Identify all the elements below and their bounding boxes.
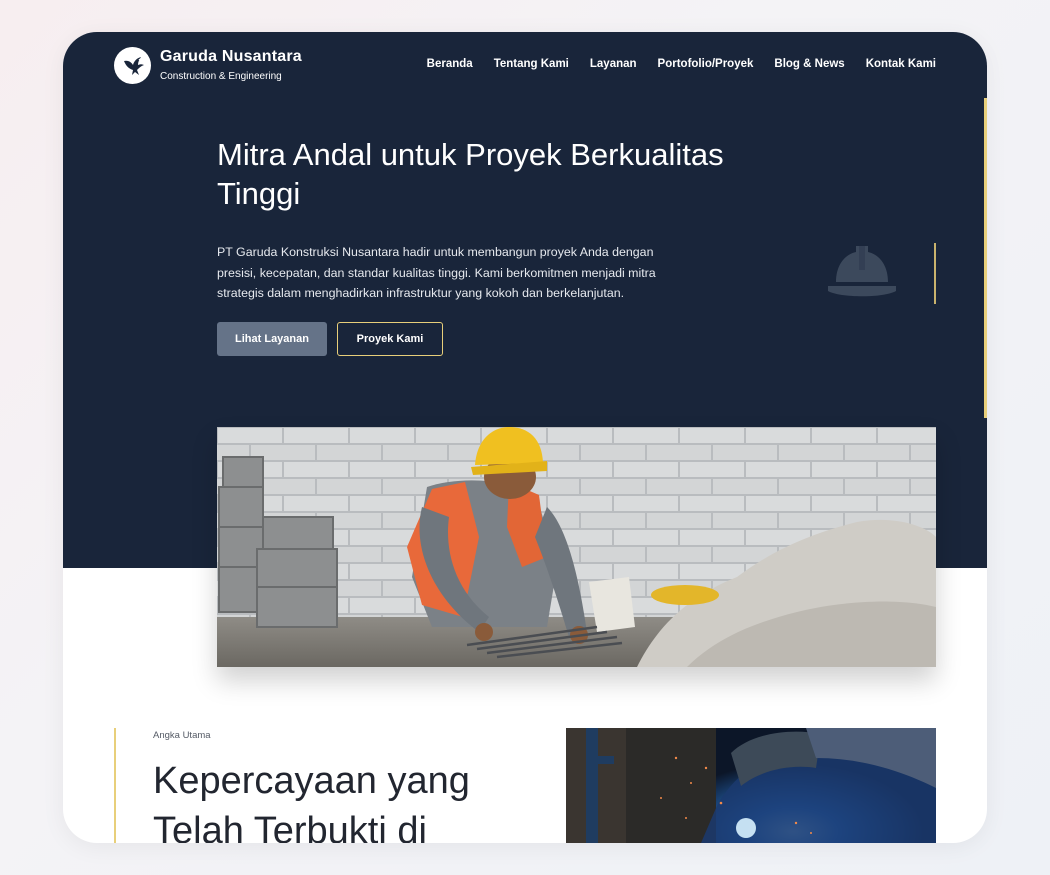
stats-title: Kepercayaan yang Telah Terbukti di bbox=[153, 760, 470, 843]
our-projects-button[interactable]: Proyek Kami bbox=[337, 322, 443, 356]
hero-divider bbox=[934, 243, 936, 304]
nav-item-tentang-kami[interactable]: Tentang Kami bbox=[494, 58, 569, 70]
welding-photo bbox=[566, 728, 936, 843]
hard-hat-icon bbox=[828, 246, 896, 297]
stats-eyebrow: Angka Utama bbox=[153, 730, 211, 741]
main-nav: Beranda Tentang Kami Layanan Portofolio/… bbox=[427, 58, 936, 70]
stats-accent-line bbox=[114, 728, 116, 843]
hero-description: PT Garuda Konstruksi Nusantara hadir unt… bbox=[217, 245, 656, 300]
page-frame: Garuda Nusantara Construction & Engineer… bbox=[63, 32, 987, 843]
nav-item-blog-news[interactable]: Blog & News bbox=[774, 58, 844, 70]
nav-item-beranda[interactable]: Beranda bbox=[427, 58, 473, 70]
construction-worker-photo bbox=[217, 427, 936, 667]
logo[interactable] bbox=[114, 47, 151, 84]
garuda-bird-icon bbox=[123, 56, 144, 75]
nav-item-portofolio[interactable]: Portofolio/Proyek bbox=[658, 58, 754, 70]
hero-title: Mitra Andal untuk Proyek Berkualitas Tin… bbox=[217, 137, 724, 211]
brand-tagline: Construction & Engineering bbox=[160, 71, 282, 82]
brand-name[interactable]: Garuda Nusantara bbox=[160, 48, 302, 66]
nav-item-kontak-kami[interactable]: Kontak Kami bbox=[866, 58, 936, 70]
view-services-button[interactable]: Lihat Layanan bbox=[217, 322, 327, 356]
accent-line-right bbox=[984, 98, 987, 418]
nav-item-layanan[interactable]: Layanan bbox=[590, 58, 637, 70]
